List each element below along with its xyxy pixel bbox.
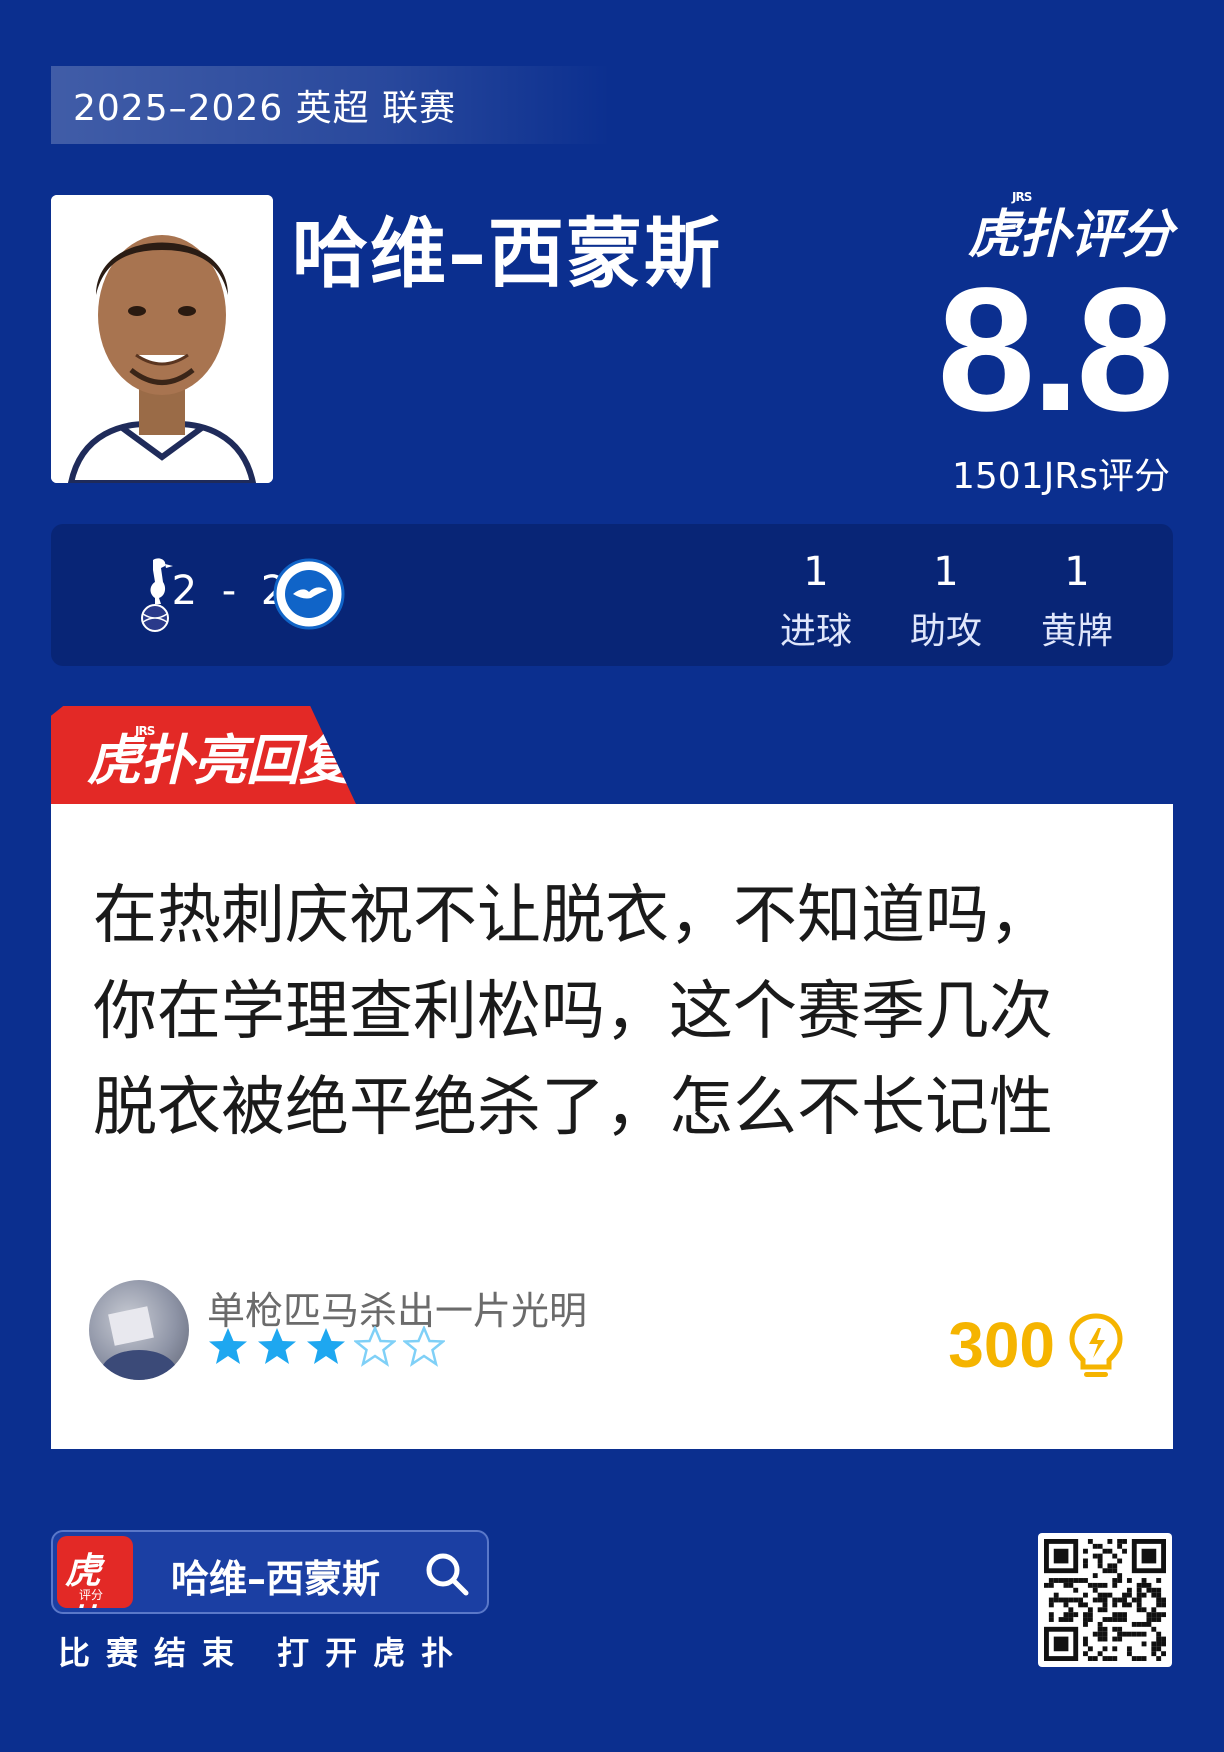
stat-label: 黄牌	[1040, 611, 1113, 652]
stat-value: 1	[1064, 549, 1090, 595]
like-count: 300	[948, 1309, 1055, 1381]
star-filled-icon	[209, 1328, 247, 1364]
highlight-tab-label: 虎扑亮回复	[87, 728, 353, 792]
comment-line: 你在学理查利松吗，这个赛季几次	[93, 975, 1053, 1049]
comment-card: 在热刺庆祝不让脱衣，不知道吗， 你在学理查利松吗，这个赛季几次 脱衣被绝平绝杀了…	[51, 804, 1173, 1449]
hupu-app-icon: 虎扑 评分	[57, 1536, 133, 1608]
stat-yellow-cards: 1 黄牌	[1022, 548, 1132, 654]
stat-value: 1	[803, 549, 829, 595]
app-icon-sub: 评分	[79, 1588, 104, 1602]
season-banner: 2025–2026 英超 联赛	[51, 66, 611, 144]
star-filled-icon	[307, 1328, 345, 1364]
stat-goals: 1 进球	[761, 548, 871, 654]
search-text: 哈维–西蒙斯	[171, 1557, 381, 1601]
highlight-reply-tab: 虎扑亮回复 JRS	[51, 706, 356, 804]
app-search-bar[interactable]: 虎扑 评分 哈维–西蒙斯	[51, 1530, 489, 1614]
match-summary: 2 - 2 1 进球 1 助攻 1 黄牌	[51, 524, 1173, 666]
highlight-tab-tag: JRS	[135, 724, 155, 738]
avatar[interactable]	[89, 1280, 189, 1380]
search-icon[interactable]	[423, 1550, 471, 1598]
player-name: 哈维–西蒙斯	[292, 209, 722, 298]
star-filled-icon	[258, 1328, 296, 1364]
stat-assists: 1 助攻	[891, 548, 1001, 654]
stat-label: 进球	[779, 611, 852, 652]
star-empty-icon	[403, 1326, 445, 1367]
stat-label: 助攻	[909, 611, 982, 652]
stat-value: 1	[933, 549, 959, 595]
rating-count: 1501JRs评分	[951, 456, 1170, 497]
lightbulb-icon[interactable]	[1067, 1312, 1125, 1382]
star-rating	[207, 1326, 445, 1368]
brand-logo-tag: JRS	[1011, 190, 1032, 204]
comment-text: 在热刺庆祝不让脱衣，不知道吗， 你在学理查利松吗，这个赛季几次 脱衣被绝平绝杀了…	[93, 868, 1093, 1156]
brighton-crest-icon	[273, 558, 345, 630]
qr-code[interactable]	[1038, 1533, 1172, 1667]
comment-line: 脱衣被绝平绝杀了，怎么不长记性	[93, 1071, 1053, 1145]
player-rating: 8.8	[937, 252, 1174, 448]
star-empty-icon	[354, 1326, 396, 1367]
comment-line: 在热刺庆祝不让脱衣，不知道吗，	[93, 879, 1053, 953]
player-photo	[51, 195, 273, 483]
call-to-action: 比赛结束 打开虎扑	[58, 1634, 470, 1672]
season-label: 2025–2026 英超 联赛	[73, 88, 457, 129]
